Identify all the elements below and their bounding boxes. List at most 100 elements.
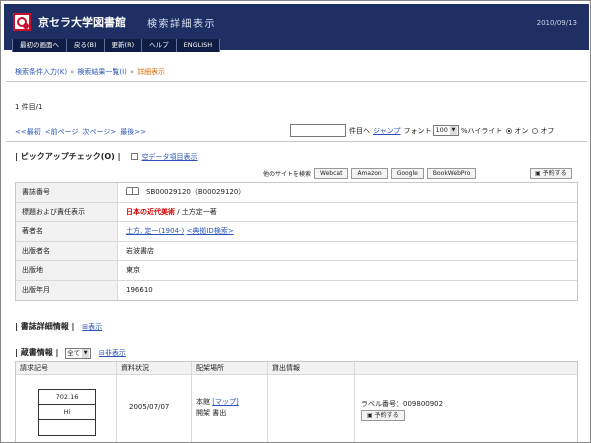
- page-mode-title: 検索詳細表示: [147, 19, 216, 30]
- page-frame: 京セラ大学図書館 検索詳細表示 2010/09/13 最初の画面へ 戻る(B) …: [0, 0, 591, 443]
- highlight-off-label: オフ: [540, 126, 555, 135]
- jump-link[interactable]: ジャンプ: [373, 126, 400, 136]
- nav-english-button[interactable]: ENGLISH: [176, 39, 221, 52]
- app-header: 京セラ大学図書館 検索詳細表示 2010/09/13 最初の画面へ 戻る(B) …: [4, 4, 589, 52]
- call-number-cell: 702.16 Hi: [16, 375, 117, 442]
- holdings-hide-link[interactable]: ⊟非表示: [99, 349, 126, 357]
- bib-key: 出版地: [16, 261, 118, 280]
- detail-title: 書誌詳細情報: [20, 322, 69, 331]
- author-link[interactable]: 土方, 定一(1904-): [126, 227, 184, 235]
- reserve-button-holding[interactable]: ▣ 予約する: [361, 410, 405, 421]
- bib-value: 日本の近代美術 / 土方定一著: [118, 203, 577, 222]
- crumb-separator: »: [70, 68, 75, 76]
- font-size-select[interactable]: 100 ▼: [433, 125, 459, 136]
- call-number-line: 702.16: [39, 390, 95, 405]
- location-name: 本館: [196, 398, 210, 406]
- holdings-filter-value: 全て: [67, 349, 81, 357]
- nav-home-label: 最初の画面へ: [20, 41, 59, 49]
- holdings-hide-label: 非表示: [104, 349, 126, 357]
- label-number-cell: ラベル番号：009800902 ▣ 予約する: [355, 375, 577, 442]
- section-bar: |: [68, 322, 75, 331]
- google-button[interactable]: Google: [390, 168, 424, 179]
- call-number-line: [39, 420, 95, 435]
- loan-cell: [268, 375, 355, 442]
- pager-next-link[interactable]: 次ページ>: [82, 128, 116, 136]
- highlight-label: ハイライト: [467, 126, 503, 135]
- empty-items-link[interactable]: 空データ項目表示: [142, 153, 198, 161]
- crumb-current: 詳細表示: [137, 68, 166, 76]
- divider: [6, 81, 587, 82]
- table-row: 著者名 土方, 定一(1904-) <典拠ID検索>: [16, 222, 577, 242]
- bib-value: SB00029120（B00029120）: [118, 183, 577, 202]
- col-loan: 貸出情報: [268, 362, 355, 374]
- pager: <<最初 <前ページ 次ページ> 最後>>: [15, 127, 150, 137]
- external-search-row: 他のサイトを検索 Webcat Amazon Google BookWebPro: [263, 168, 477, 179]
- table-row: 書誌番号 SB00029120（B00029120）: [16, 183, 577, 203]
- amazon-button[interactable]: Amazon: [351, 168, 388, 179]
- map-link[interactable]: [マップ]: [212, 398, 238, 406]
- bib-value: 196610: [126, 285, 153, 294]
- map-label: マップ: [214, 398, 236, 406]
- highlight-on-radio[interactable]: [506, 127, 513, 134]
- bib-table: 書誌番号 SB00029120（B00029120） 標題および責任表示 日本の…: [15, 182, 578, 301]
- bib-value: 土方, 定一(1904-) <典拠ID検索>: [118, 222, 577, 241]
- divider: [6, 141, 587, 142]
- bib-number: SB00029120（B00029120）: [146, 188, 246, 196]
- holdings-filter-select[interactable]: 全て ▼: [65, 348, 92, 359]
- highlight-off-radio[interactable]: [532, 127, 539, 134]
- table-row: 出版者名 岩波書店: [16, 241, 577, 261]
- reserve-label: 予約する: [374, 412, 399, 419]
- pickup-checkbox[interactable]: [130, 153, 138, 160]
- nav-back-label: 戻る(B): [74, 41, 97, 49]
- table-row: 出版地 東京: [16, 261, 577, 281]
- nav-help-button[interactable]: ヘルプ: [142, 39, 177, 52]
- col-location: 配架場所: [192, 362, 268, 374]
- external-search-label: 他のサイトを検索: [263, 171, 312, 178]
- nav-english-label: ENGLISH: [183, 41, 213, 49]
- chevron-down-icon: ▼: [449, 126, 457, 135]
- authority-search-link[interactable]: <典拠ID検索>: [187, 227, 234, 235]
- nav-refresh-label: 更新(R): [111, 41, 135, 49]
- pager-last-link[interactable]: 最後>>: [120, 128, 146, 136]
- pager-first-link[interactable]: <<最初: [15, 128, 41, 136]
- library-name: 京セラ大学図書館: [38, 16, 126, 29]
- col-call-number: 請求記号: [16, 362, 117, 374]
- location-cell: 本館 [マップ] 開架 書出: [192, 375, 268, 442]
- percent-label: %: [460, 126, 468, 135]
- table-row: 702.16 Hi 2005/07/07 本館 [マップ] 開架 書出 ラベル番…: [16, 375, 577, 442]
- reserve-button-top[interactable]: ▣ 予約する: [530, 168, 572, 179]
- nav-help-label: ヘルプ: [149, 41, 169, 49]
- holdings-title: 蔵書情報: [20, 348, 53, 357]
- call-number-label: 702.16 Hi: [38, 389, 96, 436]
- pickup-title: ピックアップチェック(O): [20, 152, 115, 161]
- bib-key: 書誌番号: [16, 183, 118, 202]
- holdings-section: | 蔵書情報 | 全て ▼ ⊟非表示: [15, 347, 126, 359]
- crumb-search-input[interactable]: 検索条件入力(K): [15, 68, 67, 76]
- reserve-label: 予約する: [542, 170, 567, 177]
- shelf-name: 開架 書出: [196, 409, 227, 417]
- pickup-section: | ピックアップチェック(O) | 空データ項目表示: [15, 151, 198, 162]
- nav-back-button[interactable]: 戻る(B): [67, 39, 105, 52]
- bib-value: 岩波書店: [126, 246, 154, 255]
- font-size-value: 100: [435, 126, 448, 134]
- bookwebpro-button[interactable]: BookWebPro: [426, 168, 477, 179]
- jump-number-input[interactable]: [290, 124, 346, 137]
- highlight-on-label: オン: [514, 126, 529, 135]
- bib-key: 出版者名: [16, 241, 118, 260]
- book-title: 日本の近代美術: [126, 207, 175, 216]
- crumb-result-list[interactable]: 検索結果一覧(I): [77, 68, 127, 76]
- nav-home-button[interactable]: 最初の画面へ: [12, 39, 67, 52]
- table-row: 出版年月 196610: [16, 280, 577, 300]
- header-date: 2010/09/13: [536, 19, 577, 27]
- display-controls: 件目へ ジャンプ フォント 100 ▼ % ハイライト オン オフ: [290, 124, 554, 137]
- pager-prev-link[interactable]: <前ページ: [45, 128, 79, 136]
- detail-show-label: 表示: [88, 323, 103, 331]
- book-icon: [126, 187, 139, 195]
- responsibility: / 土方定一著: [175, 207, 217, 216]
- nav-refresh-button[interactable]: 更新(R): [104, 39, 143, 52]
- webcat-button[interactable]: Webcat: [314, 168, 349, 179]
- detail-show-link[interactable]: ⊞表示: [82, 323, 102, 331]
- col-extra: [355, 362, 577, 374]
- bib-value: 東京: [126, 266, 140, 274]
- bib-key: 標題および責任表示: [16, 202, 118, 221]
